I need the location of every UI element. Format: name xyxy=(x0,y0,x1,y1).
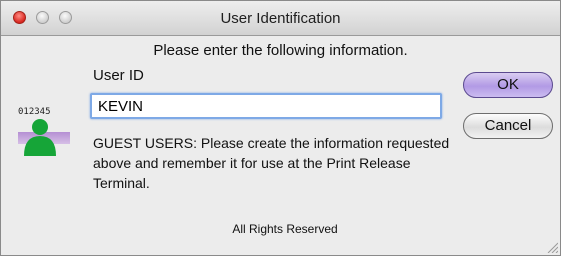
title-bar[interactable]: User Identification xyxy=(1,1,560,36)
window-title: User Identification xyxy=(220,10,341,27)
user-id-label: User ID xyxy=(93,67,144,84)
prompt-text: Please enter the following information. xyxy=(153,42,408,59)
user-card-icon: 012345 xyxy=(18,107,70,157)
user-id-input[interactable] xyxy=(90,93,442,119)
ok-button[interactable]: OK xyxy=(463,72,553,98)
dialog-content: Please enter the following information. … xyxy=(1,36,560,255)
resize-grip-icon[interactable] xyxy=(546,241,558,253)
user-identification-window: User Identification Please enter the fol… xyxy=(0,0,561,256)
footer-text: All Rights Reserved xyxy=(232,222,338,236)
cancel-button[interactable]: Cancel xyxy=(463,113,553,139)
card-number: 012345 xyxy=(18,107,51,117)
guest-instructions: GUEST USERS: Please create the informati… xyxy=(93,135,450,191)
avatar-icon xyxy=(24,119,56,156)
